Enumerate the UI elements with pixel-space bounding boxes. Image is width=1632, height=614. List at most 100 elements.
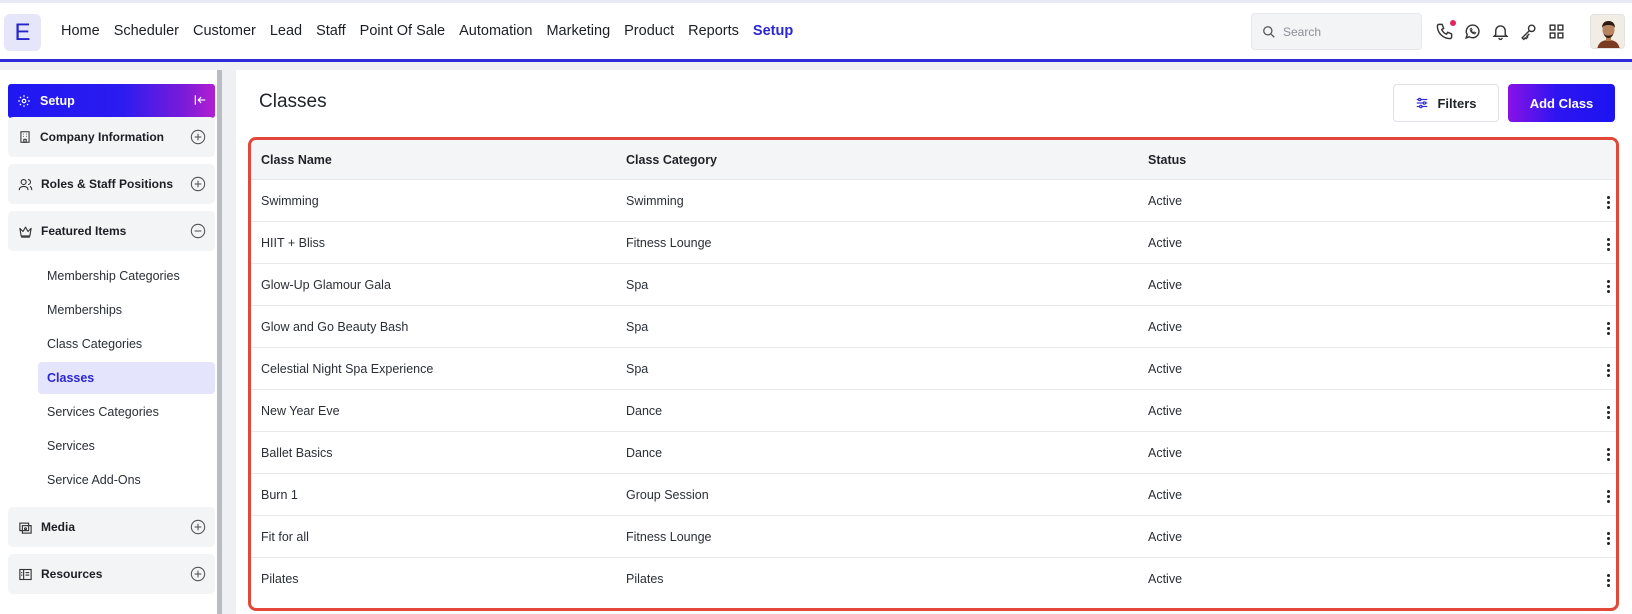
main-content: Classes Filters Add Class Class Name Cla… bbox=[236, 70, 1632, 614]
sidebar-section-roles-staff-positions[interactable]: Roles & Staff Positions bbox=[8, 164, 215, 204]
sidebar-item-memberships[interactable]: Memberships bbox=[38, 294, 215, 326]
column-header-status[interactable]: Status bbox=[1148, 153, 1186, 167]
row-actions-icon[interactable] bbox=[1603, 277, 1613, 295]
table-row[interactable]: Burn 1 Group Session Active bbox=[251, 473, 1616, 517]
table-row[interactable]: HIIT + Bliss Fitness Lounge Active bbox=[251, 221, 1616, 265]
sidebar-section-label: Featured Items bbox=[41, 224, 127, 238]
resources-icon bbox=[19, 568, 32, 580]
nav-lead[interactable]: Lead bbox=[270, 23, 302, 39]
sidebar-item-membership-categories[interactable]: Membership Categories bbox=[38, 260, 215, 292]
grid-icon[interactable] bbox=[1547, 22, 1566, 41]
table-row[interactable]: Swimming Swimming Active bbox=[251, 179, 1616, 223]
users-icon bbox=[18, 178, 33, 190]
nav-point-of-sale[interactable]: Point Of Sale bbox=[360, 23, 445, 39]
class-category-cell: Fitness Lounge bbox=[626, 530, 712, 544]
class-name-cell: Burn 1 bbox=[261, 488, 298, 502]
nav-home[interactable]: Home bbox=[61, 23, 100, 39]
table-header: Class Name Class Category Status bbox=[251, 140, 1616, 179]
search-input[interactable] bbox=[1283, 24, 1413, 39]
expand-plus-icon[interactable] bbox=[190, 129, 206, 145]
table-row[interactable]: Ballet Basics Dance Active bbox=[251, 431, 1616, 475]
building-icon bbox=[20, 131, 30, 143]
sliders-icon bbox=[1417, 97, 1428, 109]
sidebar-item-class-categories[interactable]: Class Categories bbox=[38, 328, 215, 360]
nav-automation[interactable]: Automation bbox=[459, 23, 532, 39]
status-cell: Active bbox=[1148, 572, 1183, 586]
add-class-button[interactable]: Add Class bbox=[1508, 84, 1615, 122]
class-category-cell: Dance bbox=[626, 446, 663, 460]
expand-plus-icon[interactable] bbox=[190, 566, 206, 582]
row-actions-icon[interactable] bbox=[1603, 445, 1613, 463]
row-actions-icon[interactable] bbox=[1603, 361, 1613, 379]
column-header-class-name[interactable]: Class Name bbox=[261, 153, 332, 167]
collapse-sidebar-icon[interactable] bbox=[193, 93, 207, 107]
status-cell: Active bbox=[1148, 236, 1183, 250]
row-actions-icon[interactable] bbox=[1603, 193, 1613, 211]
status-cell: Active bbox=[1148, 530, 1183, 544]
top-navbar: E Home Scheduler Customer Lead Staff Poi… bbox=[0, 0, 1632, 62]
sidebar-item-classes[interactable]: Classes bbox=[38, 362, 215, 394]
class-category-cell: Swimming bbox=[626, 194, 684, 208]
sidebar-section-label: Roles & Staff Positions bbox=[41, 177, 174, 191]
setup-sidebar: Setup Company Information Roles & Staff … bbox=[0, 70, 222, 614]
nav-staff[interactable]: Staff bbox=[316, 23, 346, 39]
sidebar-section-company-information[interactable]: Company Information bbox=[8, 117, 215, 157]
table-row[interactable]: Celestial Night Spa Experience Spa Active bbox=[251, 347, 1616, 391]
table-row[interactable]: Glow-Up Glamour Gala Spa Active bbox=[251, 263, 1616, 307]
sidebar-section-featured-items[interactable]: Featured Items bbox=[8, 211, 215, 251]
class-category-cell: Spa bbox=[626, 320, 649, 334]
row-actions-icon[interactable] bbox=[1603, 529, 1613, 547]
sidebar-item-services[interactable]: Services bbox=[38, 430, 215, 462]
row-actions-icon[interactable] bbox=[1603, 235, 1613, 253]
table-row[interactable]: New Year Eve Dance Active bbox=[251, 389, 1616, 433]
filters-label: Filters bbox=[1437, 95, 1477, 111]
class-category-cell: Spa bbox=[626, 362, 649, 376]
row-actions-icon[interactable] bbox=[1603, 487, 1613, 505]
collapse-minus-icon[interactable] bbox=[190, 223, 206, 239]
nav-marketing[interactable]: Marketing bbox=[546, 23, 610, 39]
bell-icon[interactable] bbox=[1491, 22, 1510, 41]
status-cell: Active bbox=[1148, 362, 1183, 376]
sidebar-item-service-add-ons[interactable]: Service Add-Ons bbox=[38, 464, 215, 496]
sidebar-header: Setup bbox=[8, 84, 215, 118]
status-cell: Active bbox=[1148, 194, 1183, 208]
nav-setup[interactable]: Setup bbox=[753, 23, 793, 39]
sidebar-item-services-categories[interactable]: Services Categories bbox=[38, 396, 215, 428]
table-row[interactable]: Pilates Pilates Active bbox=[251, 557, 1616, 601]
search-box bbox=[1251, 13, 1422, 50]
app-logo[interactable]: E bbox=[4, 14, 41, 51]
class-category-cell: Fitness Lounge bbox=[626, 236, 712, 250]
row-actions-icon[interactable] bbox=[1603, 403, 1613, 421]
class-name-cell: Glow-Up Glamour Gala bbox=[261, 278, 391, 292]
table-row[interactable]: Fit for all Fitness Lounge Active bbox=[251, 515, 1616, 559]
filters-button[interactable]: Filters bbox=[1393, 84, 1499, 122]
gear-icon bbox=[18, 95, 30, 107]
class-name-cell: Fit for all bbox=[261, 530, 309, 544]
status-cell: Active bbox=[1148, 446, 1183, 460]
sidebar-section-media[interactable]: Media bbox=[8, 507, 215, 547]
top-icons bbox=[1435, 20, 1566, 41]
expand-plus-icon[interactable] bbox=[190, 176, 206, 192]
class-category-cell: Pilates bbox=[626, 572, 664, 586]
column-header-class-category[interactable]: Class Category bbox=[626, 153, 717, 167]
row-actions-icon[interactable] bbox=[1603, 571, 1613, 589]
whatsapp-icon[interactable] bbox=[1463, 22, 1482, 41]
row-actions-icon[interactable] bbox=[1603, 319, 1613, 337]
page-title: Classes bbox=[259, 91, 327, 112]
search-icon bbox=[1263, 25, 1275, 38]
sidebar-title: Setup bbox=[40, 94, 75, 108]
nav-product[interactable]: Product bbox=[624, 23, 674, 39]
sidebar-section-resources[interactable]: Resources bbox=[8, 554, 215, 594]
key-icon[interactable] bbox=[1519, 22, 1538, 41]
status-cell: Active bbox=[1148, 404, 1183, 418]
status-cell: Active bbox=[1148, 278, 1183, 292]
nav-scheduler[interactable]: Scheduler bbox=[114, 23, 179, 39]
class-name-cell: Swimming bbox=[261, 194, 319, 208]
phone-icon[interactable] bbox=[1435, 20, 1456, 41]
user-avatar[interactable] bbox=[1590, 14, 1625, 49]
nav-customer[interactable]: Customer bbox=[193, 23, 256, 39]
class-category-cell: Spa bbox=[626, 278, 649, 292]
expand-plus-icon[interactable] bbox=[190, 519, 206, 535]
table-row[interactable]: Glow and Go Beauty Bash Spa Active bbox=[251, 305, 1616, 349]
nav-reports[interactable]: Reports bbox=[688, 23, 739, 39]
